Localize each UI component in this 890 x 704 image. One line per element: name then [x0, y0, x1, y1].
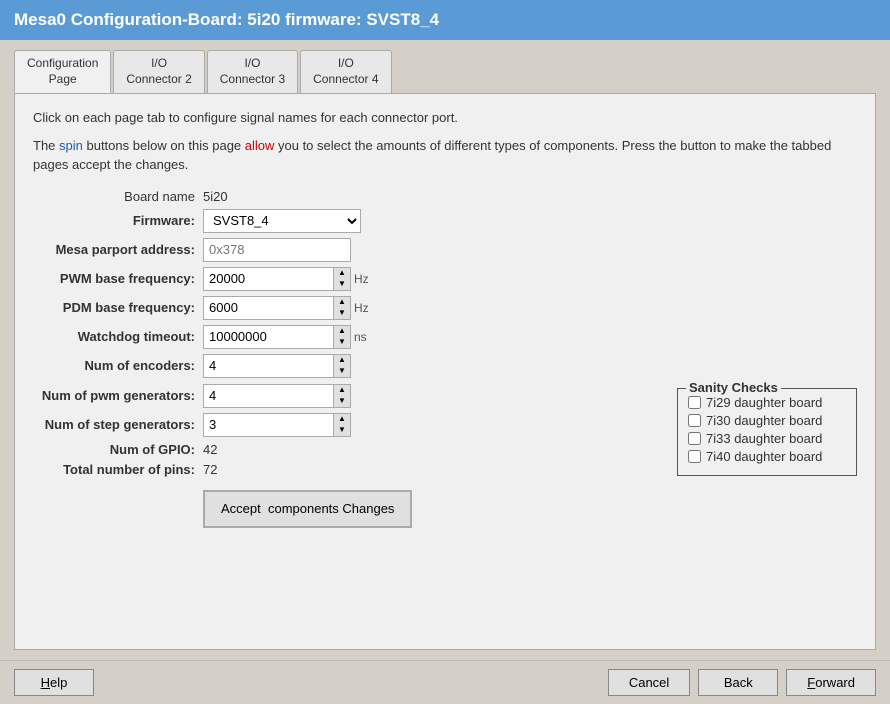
sanity-label-7i33: 7i33 daughter board: [706, 431, 822, 446]
tab-io-connector-4[interactable]: I/OConnector 4: [300, 50, 391, 93]
step-gen-down-btn[interactable]: ▼: [334, 425, 350, 436]
pdm-spinner-buttons: ▲ ▼: [333, 296, 351, 320]
pwm-gen-spinner-buttons: ▲ ▼: [333, 384, 351, 408]
pwm-gen-spinner: 4 ▲ ▼: [203, 384, 351, 408]
gpio-value: 42: [203, 442, 217, 457]
board-name-value: 5i20: [203, 189, 228, 204]
left-column: Num of pwm generators: 4 ▲ ▼ Num of step…: [33, 384, 657, 533]
pwm-spinner: 20000 ▲ ▼: [203, 267, 351, 291]
sanity-legend: Sanity Checks: [686, 380, 781, 395]
form-row-pwm: PWM base frequency: 20000 ▲ ▼ Hz: [33, 267, 857, 291]
sanity-checks-group: Sanity Checks 7i29 daughter board 7i30 d…: [677, 388, 857, 476]
encoders-label: Num of encoders:: [33, 358, 203, 373]
forward-button[interactable]: Forward: [786, 669, 876, 696]
sanity-item-7i33: 7i33 daughter board: [688, 431, 846, 446]
pwm-input[interactable]: 20000: [203, 267, 333, 291]
pdm-up-btn[interactable]: ▲: [334, 297, 350, 308]
pwm-unit: Hz: [354, 272, 369, 286]
watchdog-input[interactable]: 10000000: [203, 325, 333, 349]
pdm-down-btn[interactable]: ▼: [334, 308, 350, 319]
pwm-gen-label: Num of pwm generators:: [33, 388, 203, 403]
pdm-unit: Hz: [354, 301, 369, 315]
back-button[interactable]: Back: [698, 669, 778, 696]
sanity-checkbox-7i30[interactable]: [688, 414, 701, 427]
accept-components-button[interactable]: Accept components Changes: [203, 490, 412, 528]
sanity-label-7i40: 7i40 daughter board: [706, 449, 822, 464]
firmware-label: Firmware:: [33, 213, 203, 228]
form-row-pdm: PDM base frequency: 6000 ▲ ▼ Hz: [33, 296, 857, 320]
board-name-label: Board name: [33, 189, 203, 204]
sanity-checkbox-7i29[interactable]: [688, 396, 701, 409]
watchdog-spinner: 10000000 ▲ ▼: [203, 325, 351, 349]
pwm-gen-down-btn[interactable]: ▼: [334, 396, 350, 407]
form-section: Board name 5i20 Firmware: SVST8_4 Mesa p…: [33, 189, 857, 533]
sanity-label-7i30: 7i30 daughter board: [706, 413, 822, 428]
total-pins-value: 72: [203, 462, 217, 477]
step-gen-spinner-buttons: ▲ ▼: [333, 413, 351, 437]
pwm-label: PWM base frequency:: [33, 271, 203, 286]
info-line2: The spin buttons below on this page allo…: [33, 136, 857, 175]
watchdog-spinner-buttons: ▲ ▼: [333, 325, 351, 349]
step-gen-label: Num of step generators:: [33, 417, 203, 432]
main-content: ConfigurationPage I/OI/O Connector 2Conn…: [0, 40, 890, 660]
encoders-spinner-buttons: ▲ ▼: [333, 354, 351, 378]
pdm-label: PDM base frequency:: [33, 300, 203, 315]
right-column: Sanity Checks 7i29 daughter board 7i30 d…: [677, 384, 857, 533]
form-row-board-name: Board name 5i20: [33, 189, 857, 204]
encoders-spinner: 4 ▲ ▼: [203, 354, 351, 378]
bottom-bar: Help Cancel Back Forward: [0, 660, 890, 704]
cancel-button[interactable]: Cancel: [608, 669, 690, 696]
form-row-step-gen: Num of step generators: 3 ▲ ▼: [33, 413, 657, 437]
help-button[interactable]: Help: [14, 669, 94, 696]
parport-label: Mesa parport address:: [33, 242, 203, 257]
form-row-parport: Mesa parport address:: [33, 238, 857, 262]
tab-configuration-page[interactable]: ConfigurationPage: [14, 50, 111, 93]
sanity-checkbox-7i33[interactable]: [688, 432, 701, 445]
step-gen-up-btn[interactable]: ▲: [334, 414, 350, 425]
pdm-input[interactable]: 6000: [203, 296, 333, 320]
config-panel: Click on each page tab to configure sign…: [14, 93, 876, 650]
sanity-item-7i40: 7i40 daughter board: [688, 449, 846, 464]
form-row-pwm-gen: Num of pwm generators: 4 ▲ ▼: [33, 384, 657, 408]
total-pins-label: Total number of pins:: [33, 462, 203, 477]
sanity-label-7i29: 7i29 daughter board: [706, 395, 822, 410]
form-row-watchdog: Watchdog timeout: 10000000 ▲ ▼ ns: [33, 325, 857, 349]
sanity-checkbox-7i40[interactable]: [688, 450, 701, 463]
tab-io-connector-3[interactable]: I/OConnector 3: [207, 50, 298, 93]
encoders-input[interactable]: 4: [203, 354, 333, 378]
pdm-spinner: 6000 ▲ ▼: [203, 296, 351, 320]
info-line1: Click on each page tab to configure sign…: [33, 108, 857, 128]
pwm-up-btn[interactable]: ▲: [334, 268, 350, 279]
pwm-spinner-buttons: ▲ ▼: [333, 267, 351, 291]
form-row-gpio: Num of GPIO: 42: [33, 442, 657, 457]
watchdog-down-btn[interactable]: ▼: [334, 337, 350, 348]
title-text: Mesa0 Configuration-Board: 5i20 firmware…: [14, 10, 439, 29]
pwm-gen-up-btn[interactable]: ▲: [334, 385, 350, 396]
parport-input[interactable]: [203, 238, 351, 262]
form-row-accept: Accept components Changes: [33, 482, 657, 528]
bottom-bar-left: Help: [14, 669, 94, 696]
bottom-section: Num of pwm generators: 4 ▲ ▼ Num of step…: [33, 384, 857, 533]
gpio-label: Num of GPIO:: [33, 442, 203, 457]
step-gen-spinner: 3 ▲ ▼: [203, 413, 351, 437]
step-gen-input[interactable]: 3: [203, 413, 333, 437]
firmware-select[interactable]: SVST8_4: [203, 209, 361, 233]
tab-io-connector-2[interactable]: I/OI/O Connector 2Connector 2: [113, 50, 204, 93]
pwm-gen-input[interactable]: 4: [203, 384, 333, 408]
form-row-encoders: Num of encoders: 4 ▲ ▼: [33, 354, 857, 378]
sanity-item-7i30: 7i30 daughter board: [688, 413, 846, 428]
bottom-bar-right: Cancel Back Forward: [608, 669, 876, 696]
pwm-down-btn[interactable]: ▼: [334, 279, 350, 290]
watchdog-unit: ns: [354, 330, 367, 344]
title-bar: Mesa0 Configuration-Board: 5i20 firmware…: [0, 0, 890, 40]
watchdog-label: Watchdog timeout:: [33, 329, 203, 344]
form-row-firmware: Firmware: SVST8_4: [33, 209, 857, 233]
form-row-total-pins: Total number of pins: 72: [33, 462, 657, 477]
encoders-up-btn[interactable]: ▲: [334, 355, 350, 366]
tab-bar: ConfigurationPage I/OI/O Connector 2Conn…: [14, 50, 876, 93]
watchdog-up-btn[interactable]: ▲: [334, 326, 350, 337]
sanity-item-7i29: 7i29 daughter board: [688, 395, 846, 410]
encoders-down-btn[interactable]: ▼: [334, 366, 350, 377]
